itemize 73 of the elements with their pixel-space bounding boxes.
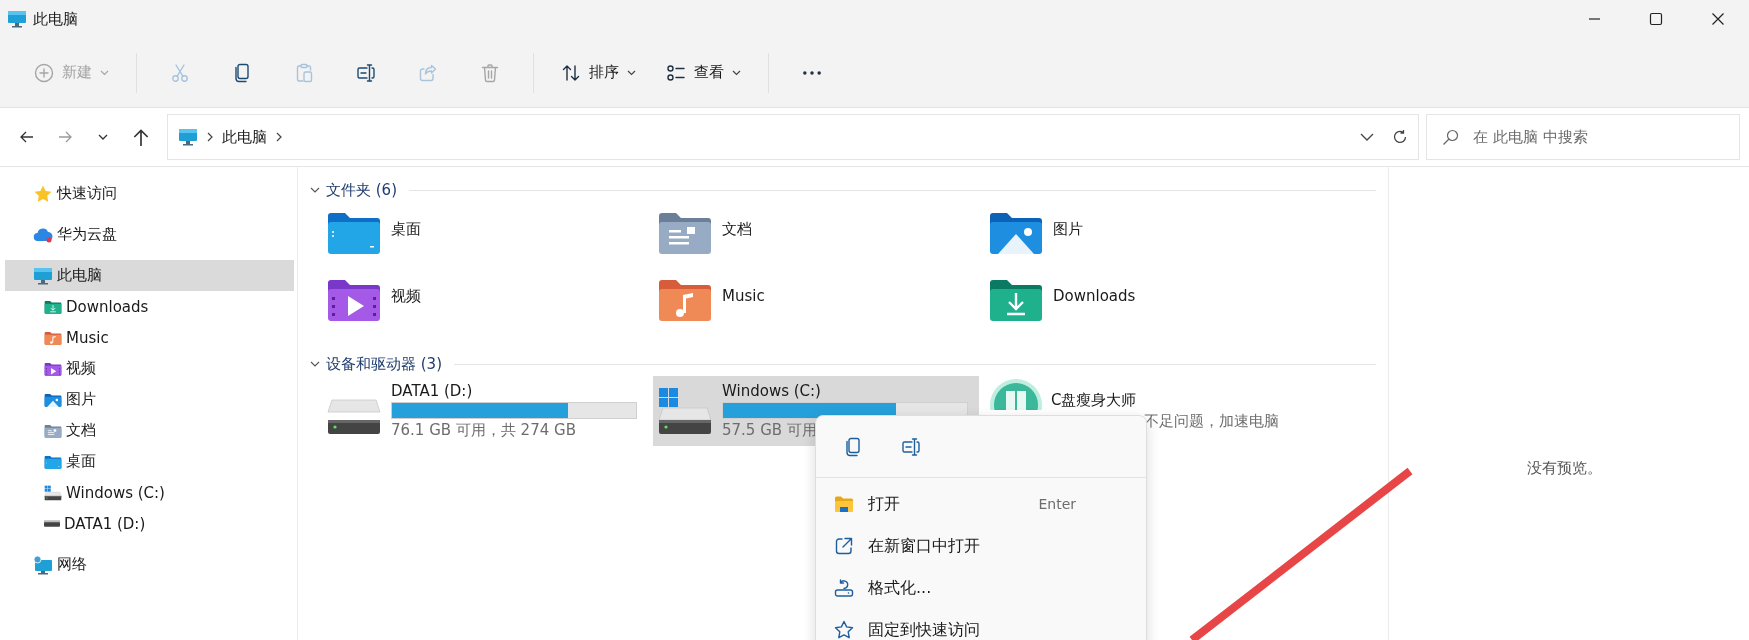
drive-name: DATA1 (D:) — [391, 382, 473, 400]
video-folder-icon — [44, 360, 62, 377]
desktop-folder-icon — [44, 453, 62, 470]
search-field[interactable]: 在 此电脑 中搜索 — [1426, 114, 1740, 160]
network-icon — [33, 554, 53, 575]
sidebar-item[interactable]: 图片 — [5, 384, 294, 415]
folder-icon — [834, 494, 854, 514]
drive-item[interactable]: DATA1 (D:) 76.1 GB 可用，共 274 GB — [322, 376, 648, 446]
caret-icon — [100, 69, 109, 76]
caret-icon — [732, 69, 741, 76]
rename-icon — [901, 436, 921, 457]
pictures-folder-icon — [44, 391, 62, 408]
sidebar-item[interactable]: 文档 — [5, 415, 294, 446]
view-list-icon — [666, 62, 686, 83]
monitor-icon — [33, 266, 53, 285]
sidebar-item[interactable]: 此电脑 — [5, 260, 294, 291]
chevron-down-icon — [1360, 133, 1374, 141]
up-arrow-icon — [131, 127, 151, 147]
preview-message: 没有预览。 — [1526, 459, 1602, 478]
sidebar-item[interactable]: Downloads — [5, 291, 294, 322]
folder-item[interactable]: 桌面 — [322, 202, 653, 269]
search-icon — [1442, 129, 1459, 146]
address-bar[interactable]: 此电脑 — [167, 114, 1419, 160]
folder-item[interactable]: 文档 — [653, 202, 984, 269]
external-link-icon — [834, 536, 854, 556]
sidebar-item[interactable]: DATA1 (D:) — [5, 508, 294, 539]
sidebar-item[interactable]: Music — [5, 322, 294, 353]
shortcut-text: Enter — [1038, 496, 1076, 512]
plus-circle-icon — [34, 62, 54, 83]
chevron-right-icon — [206, 132, 214, 142]
music-folder-icon — [44, 329, 62, 346]
drive-name: Windows (C:) — [722, 382, 821, 400]
section-header[interactable]: 文件夹 (6) — [326, 180, 397, 200]
folder-item[interactable]: 图片 — [984, 202, 1315, 269]
menu-item[interactable]: 在新窗口中打开 — [816, 525, 1146, 567]
toolbar-button[interactable]: 查看 — [654, 51, 753, 94]
drive-name: C盘瘦身大师 — [1051, 391, 1137, 410]
refresh-icon — [1392, 129, 1408, 145]
sidebar-item[interactable]: Windows (C:) — [5, 477, 294, 508]
drive-detail: 57.5 GB 可用 — [722, 421, 817, 440]
toolbar-button[interactable]: 排序 — [549, 51, 648, 94]
copy-icon — [843, 436, 863, 457]
breadcrumb-item[interactable]: 此电脑 — [222, 127, 267, 147]
sidebar-item[interactable]: 桌面 — [5, 446, 294, 477]
menu-item[interactable]: 格式化... — [816, 567, 1146, 609]
chevron-right-icon — [275, 132, 283, 142]
menu-item[interactable]: 打开 Enter — [816, 483, 1146, 525]
folder-item[interactable]: Music — [653, 269, 984, 336]
maximize-icon — [1649, 12, 1663, 26]
window-title: 此电脑 — [33, 9, 78, 29]
windows-drive-icon — [44, 484, 62, 501]
close-icon — [1711, 12, 1725, 26]
sidebar-item[interactable]: 视频 — [5, 353, 294, 384]
history-dropdown-button[interactable] — [1360, 133, 1374, 141]
section-header[interactable]: 设备和驱动器 (3) — [326, 354, 442, 374]
monitor-icon — [7, 10, 27, 28]
downloads-folder-icon — [44, 298, 62, 315]
sidebar-item[interactable]: 网络 — [5, 549, 294, 580]
caret-icon — [627, 69, 636, 76]
sort-arrows-icon — [561, 62, 581, 83]
menu-item[interactable]: 固定到快速访问 — [816, 609, 1146, 640]
drive-detail: 76.1 GB 可用，共 274 GB — [391, 421, 576, 440]
refresh-button[interactable] — [1392, 129, 1408, 145]
drive-refresh-icon — [834, 578, 854, 598]
sidebar-item[interactable]: 快速访问 — [5, 178, 294, 209]
monitor-icon — [178, 128, 198, 146]
sidebar-item[interactable]: 华为云盘 — [5, 219, 294, 250]
folder-item[interactable]: Downloads — [984, 269, 1315, 336]
folder-item[interactable]: 视频 — [322, 269, 653, 336]
windows-drive-icon — [657, 386, 713, 436]
hard-drive-icon — [44, 520, 60, 527]
documents-folder-icon — [44, 422, 62, 439]
star-outline-icon — [834, 620, 854, 640]
